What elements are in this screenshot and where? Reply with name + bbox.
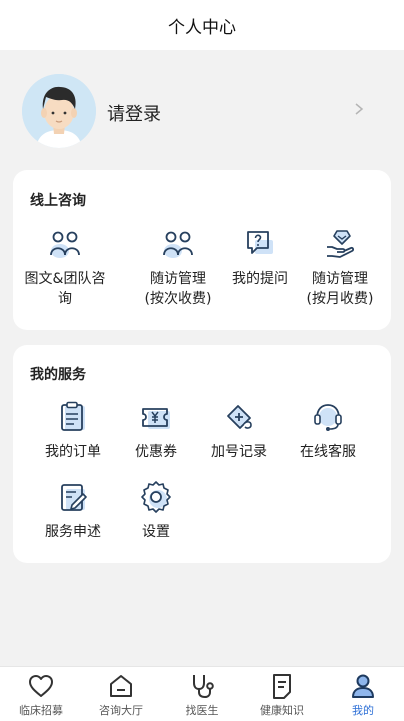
consult-item-team[interactable]: 图文&团队咨询 [18, 227, 112, 309]
tab-label: 我的 [352, 704, 374, 717]
tab-mine[interactable]: 我的 [323, 667, 403, 721]
order-icon [61, 401, 85, 431]
chevron-right-icon[interactable] [352, 102, 366, 116]
avatar[interactable] [22, 74, 96, 148]
coupon-icon [142, 408, 170, 429]
tab-health-knowledge[interactable]: 健康知识 [242, 667, 322, 721]
service-item-appeal[interactable]: 服务申述 [26, 480, 120, 542]
tab-find-doctor[interactable]: 找医生 [162, 667, 242, 721]
consult-item-label: 随访管理 (按月收费) [306, 271, 374, 307]
tab-label: 找医生 [185, 704, 219, 717]
tab-label: 临床招募 [19, 704, 63, 717]
consult-item-monthly-follow-up[interactable]: 随访管理 (按月收费) [293, 227, 387, 309]
add-record-icon [227, 405, 252, 429]
my-services-card: 我的服务 我的订单 优惠券 加号记录 在线客服 服务申述 设置 [13, 345, 391, 563]
avatar-illustration [22, 74, 96, 148]
top-bar: 个人中心 [0, 0, 404, 50]
login-link[interactable]: 请登录 [107, 100, 161, 126]
section-title-consult: 线上咨询 [30, 193, 86, 209]
tab-consult-hall[interactable]: 咨询大厅 [81, 667, 161, 721]
page-title: 个人中心 [168, 17, 236, 38]
service-appeal-icon [61, 484, 87, 511]
consult-item-label: 图文&团队咨询 [24, 271, 106, 307]
service-item-label: 我的订单 [45, 444, 101, 460]
bottom-tab-bar: 临床招募 咨询大厅 找医生 健康知识 我的 [0, 666, 404, 721]
user-icon [352, 674, 374, 698]
service-item-label: 服务申述 [45, 524, 101, 540]
tab-label: 咨询大厅 [99, 704, 143, 717]
question-icon [247, 231, 273, 254]
consult-item-follow-up[interactable]: 随访管理 (按次收费) [131, 227, 225, 309]
tab-label: 健康知识 [260, 704, 304, 717]
settings-icon [141, 481, 171, 513]
stethoscope-icon [193, 675, 214, 699]
profile-row[interactable]: 请登录 [0, 62, 404, 162]
service-item-label: 加号记录 [211, 444, 267, 460]
service-item-orders[interactable]: 我的订单 [26, 400, 120, 462]
home-icon [110, 675, 132, 697]
document-icon [273, 674, 291, 699]
service-item-label: 在线客服 [300, 444, 356, 460]
monthly-follow-up-icon [327, 230, 354, 258]
service-item-add-record[interactable]: 加号记录 [192, 400, 286, 462]
service-item-settings[interactable]: 设置 [109, 480, 203, 542]
service-item-label: 设置 [142, 524, 170, 540]
follow-up-icon [163, 231, 193, 258]
tab-clinical-recruit[interactable]: 临床招募 [1, 667, 81, 721]
team-consult-icon [50, 231, 80, 258]
customer-service-icon [314, 404, 342, 431]
section-title-services: 我的服务 [30, 367, 86, 383]
consult-item-label: 随访管理 (按次收费) [144, 271, 212, 307]
service-item-customer-service[interactable]: 在线客服 [281, 400, 375, 462]
online-consult-card: 线上咨询 图文&团队咨询 随访管理 (按次收费) 我的提问 随访管理 (按月收费… [13, 170, 391, 330]
heart-icon [29, 675, 53, 697]
service-item-coupons[interactable]: 优惠券 [109, 400, 203, 462]
service-item-label: 优惠券 [135, 444, 177, 460]
